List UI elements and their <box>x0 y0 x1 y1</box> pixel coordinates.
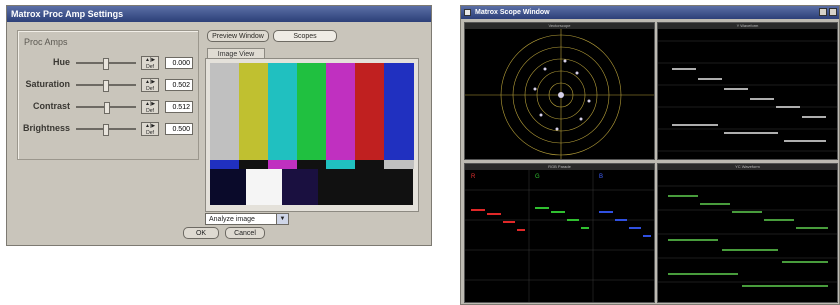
saturation-slider[interactable] <box>76 80 136 92</box>
chevron-down-icon[interactable]: ▼ <box>276 214 288 224</box>
color-bar-bottom <box>246 169 282 205</box>
spin-arrows-icon: ▲|▶ <box>144 79 156 85</box>
color-bar-mid <box>326 160 356 169</box>
contrast-row: Contrast ▲|▶ Def 0.512 <box>18 97 198 117</box>
brightness-value-field[interactable]: 0.500 <box>165 123 193 135</box>
color-bar <box>384 63 414 160</box>
color-bar <box>297 63 327 160</box>
close-icon[interactable] <box>829 8 837 16</box>
default-label: Def <box>146 86 154 92</box>
hue-slider-thumb[interactable] <box>103 58 109 70</box>
vectorscope-pane: Vectorscope <box>464 22 655 160</box>
contrast-label: Contrast <box>32 101 70 111</box>
brightness-spin-button[interactable]: ▲|▶ Def <box>141 122 159 136</box>
image-preview <box>205 58 419 212</box>
hue-spin-button[interactable]: ▲|▶ Def <box>141 56 159 70</box>
hue-slider[interactable] <box>76 58 136 70</box>
contrast-value-field[interactable]: 0.512 <box>165 101 193 113</box>
yc-waveform-pane: YC Waveform <box>657 163 838 303</box>
brightness-row: Brightness ▲|▶ Def 0.500 <box>18 119 198 139</box>
color-bar-mid <box>384 160 414 169</box>
saturation-spin-button[interactable]: ▲|▶ Def <box>141 78 159 92</box>
procamp-titlebar: Matrox Proc Amp Settings <box>7 6 431 22</box>
brightness-slider[interactable] <box>76 124 136 136</box>
scope-title: Matrox Scope Window <box>475 9 550 16</box>
hue-label: Hue <box>52 57 70 67</box>
rgb-parade-graph: R G B <box>465 170 654 302</box>
hue-row: Hue ▲|▶ Def 0.000 <box>18 53 198 73</box>
saturation-slider-thumb[interactable] <box>103 80 109 92</box>
contrast-spin-button[interactable]: ▲|▶ Def <box>141 100 159 114</box>
color-bars-image <box>210 63 414 205</box>
y-waveform-graph <box>658 40 837 152</box>
brightness-slider-thumb[interactable] <box>103 124 109 136</box>
hue-value-field[interactable]: 0.000 <box>165 57 193 69</box>
color-bar-bottom <box>318 169 366 205</box>
analyze-select-value: Analyze image <box>209 216 255 223</box>
parade-label-b: B <box>599 174 603 180</box>
saturation-value-field[interactable]: 0.502 <box>165 79 193 91</box>
scope-titlebar: Matrox Scope Window <box>461 6 839 19</box>
color-bar <box>326 63 356 160</box>
color-bar <box>210 63 240 160</box>
yc-waveform-graph <box>658 185 837 287</box>
preview-window-button[interactable]: Preview Window <box>207 30 269 42</box>
scope-window: Matrox Scope Window Vectorscope Y Wavefo… <box>460 5 840 305</box>
y-waveform-pane: Y Waveform <box>657 22 838 160</box>
proc-amps-group: Proc Amps Hue ▲|▶ Def 0.000 Saturation ▲|… <box>17 30 199 160</box>
ok-button[interactable]: OK <box>183 227 219 239</box>
color-bar-mid <box>268 160 298 169</box>
parade-label-g: G <box>535 174 540 180</box>
color-bar-mid <box>355 160 385 169</box>
color-bar-bottom <box>210 169 246 205</box>
spin-arrows-icon: ▲|▶ <box>144 101 156 107</box>
procamp-window: Matrox Proc Amp Settings Proc Amps Hue ▲… <box>6 5 432 246</box>
color-bar-mid <box>297 160 327 169</box>
color-bar <box>355 63 385 160</box>
brightness-label: Brightness <box>22 123 70 133</box>
color-bar-bottom <box>282 169 318 205</box>
color-bar-mid <box>239 160 269 169</box>
spin-arrows-icon: ▲|▶ <box>144 123 156 129</box>
minimize-icon[interactable] <box>819 8 827 16</box>
color-bar-mid <box>210 160 240 169</box>
analyze-select[interactable]: Analyze image ▼ <box>205 213 289 225</box>
saturation-row: Saturation ▲|▶ Def 0.502 <box>18 75 198 95</box>
contrast-slider[interactable] <box>76 102 136 114</box>
proc-amps-group-label: Proc Amps <box>24 37 68 47</box>
color-bar <box>239 63 269 160</box>
color-bar-bottom <box>366 169 413 205</box>
parade-label-r: R <box>471 174 476 180</box>
window-icon[interactable] <box>464 9 471 16</box>
vectorscope-graph <box>465 29 654 159</box>
spin-arrows-icon: ▲|▶ <box>144 57 156 63</box>
default-label: Def <box>146 64 154 70</box>
rgb-parade-pane: RGB Parade R G B <box>464 163 655 303</box>
saturation-label: Saturation <box>25 79 70 89</box>
color-bar <box>268 63 298 160</box>
cancel-button[interactable]: Cancel <box>225 227 265 239</box>
default-label: Def <box>146 130 154 136</box>
contrast-slider-thumb[interactable] <box>103 102 110 114</box>
default-label: Def <box>146 108 154 114</box>
scopes-button[interactable]: Scopes <box>273 30 337 42</box>
